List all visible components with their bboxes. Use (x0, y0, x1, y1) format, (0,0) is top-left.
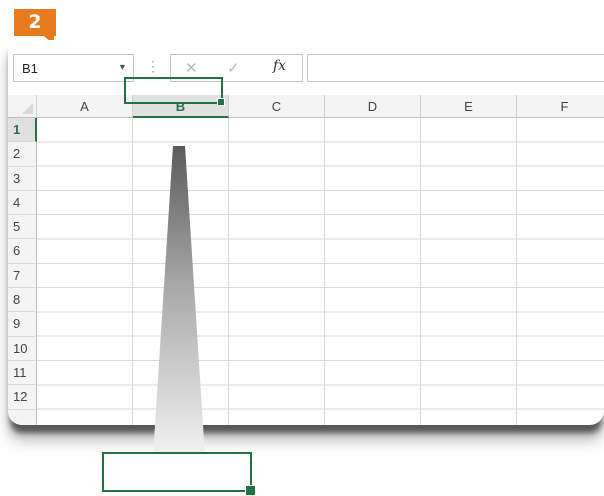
zoomed-cell-callout (102, 452, 256, 496)
row-header[interactable]: 3 (8, 166, 37, 191)
formula-input[interactable] (307, 54, 604, 82)
row-header[interactable]: 12 (8, 385, 37, 410)
row-header[interactable]: 8 (8, 288, 37, 313)
chevron-down-icon[interactable]: ▼ (118, 62, 127, 72)
row-headers: 1 2 3 4 5 6 7 8 9 10 11 12 (8, 118, 37, 425)
select-all-button[interactable] (8, 95, 37, 118)
active-cell-b1[interactable] (124, 77, 225, 106)
cancel-icon[interactable]: ✕ (185, 59, 198, 77)
column-header-d[interactable]: D (325, 95, 421, 118)
cell-area[interactable] (37, 118, 604, 425)
row-header[interactable]: 2 (8, 142, 37, 167)
row-header[interactable]: 10 (8, 336, 37, 361)
row-header[interactable]: 9 (8, 312, 37, 337)
zoom-callout-beam (153, 146, 205, 456)
enter-icon[interactable]: ✓ (227, 59, 240, 77)
row-header[interactable]: 7 (8, 263, 37, 289)
formula-bar-grip-icon: ⋮ (146, 58, 160, 74)
column-headers: A B C D E F (37, 95, 604, 118)
insert-function-icon[interactable]: fx (273, 58, 286, 74)
row-header[interactable]: 1 (8, 118, 37, 143)
column-header-c[interactable]: C (229, 95, 325, 118)
column-header-a[interactable]: A (37, 95, 133, 118)
name-box-value: B1 (22, 61, 38, 76)
row-header[interactable] (8, 409, 37, 425)
column-header-e[interactable]: E (421, 95, 517, 118)
row-header[interactable]: 4 (8, 190, 37, 216)
row-header[interactable]: 5 (8, 215, 37, 240)
spreadsheet-window: B1 ▼ ⋮ ✕ ✓ fx A B C D E F 1 2 3 4 5 6 7 … (8, 40, 604, 425)
row-header[interactable]: 11 (8, 360, 37, 386)
name-box[interactable]: B1 ▼ (13, 54, 134, 82)
column-header-f[interactable]: F (517, 95, 604, 118)
step-number-badge: 2 (14, 9, 56, 45)
row-header[interactable]: 6 (8, 239, 37, 264)
